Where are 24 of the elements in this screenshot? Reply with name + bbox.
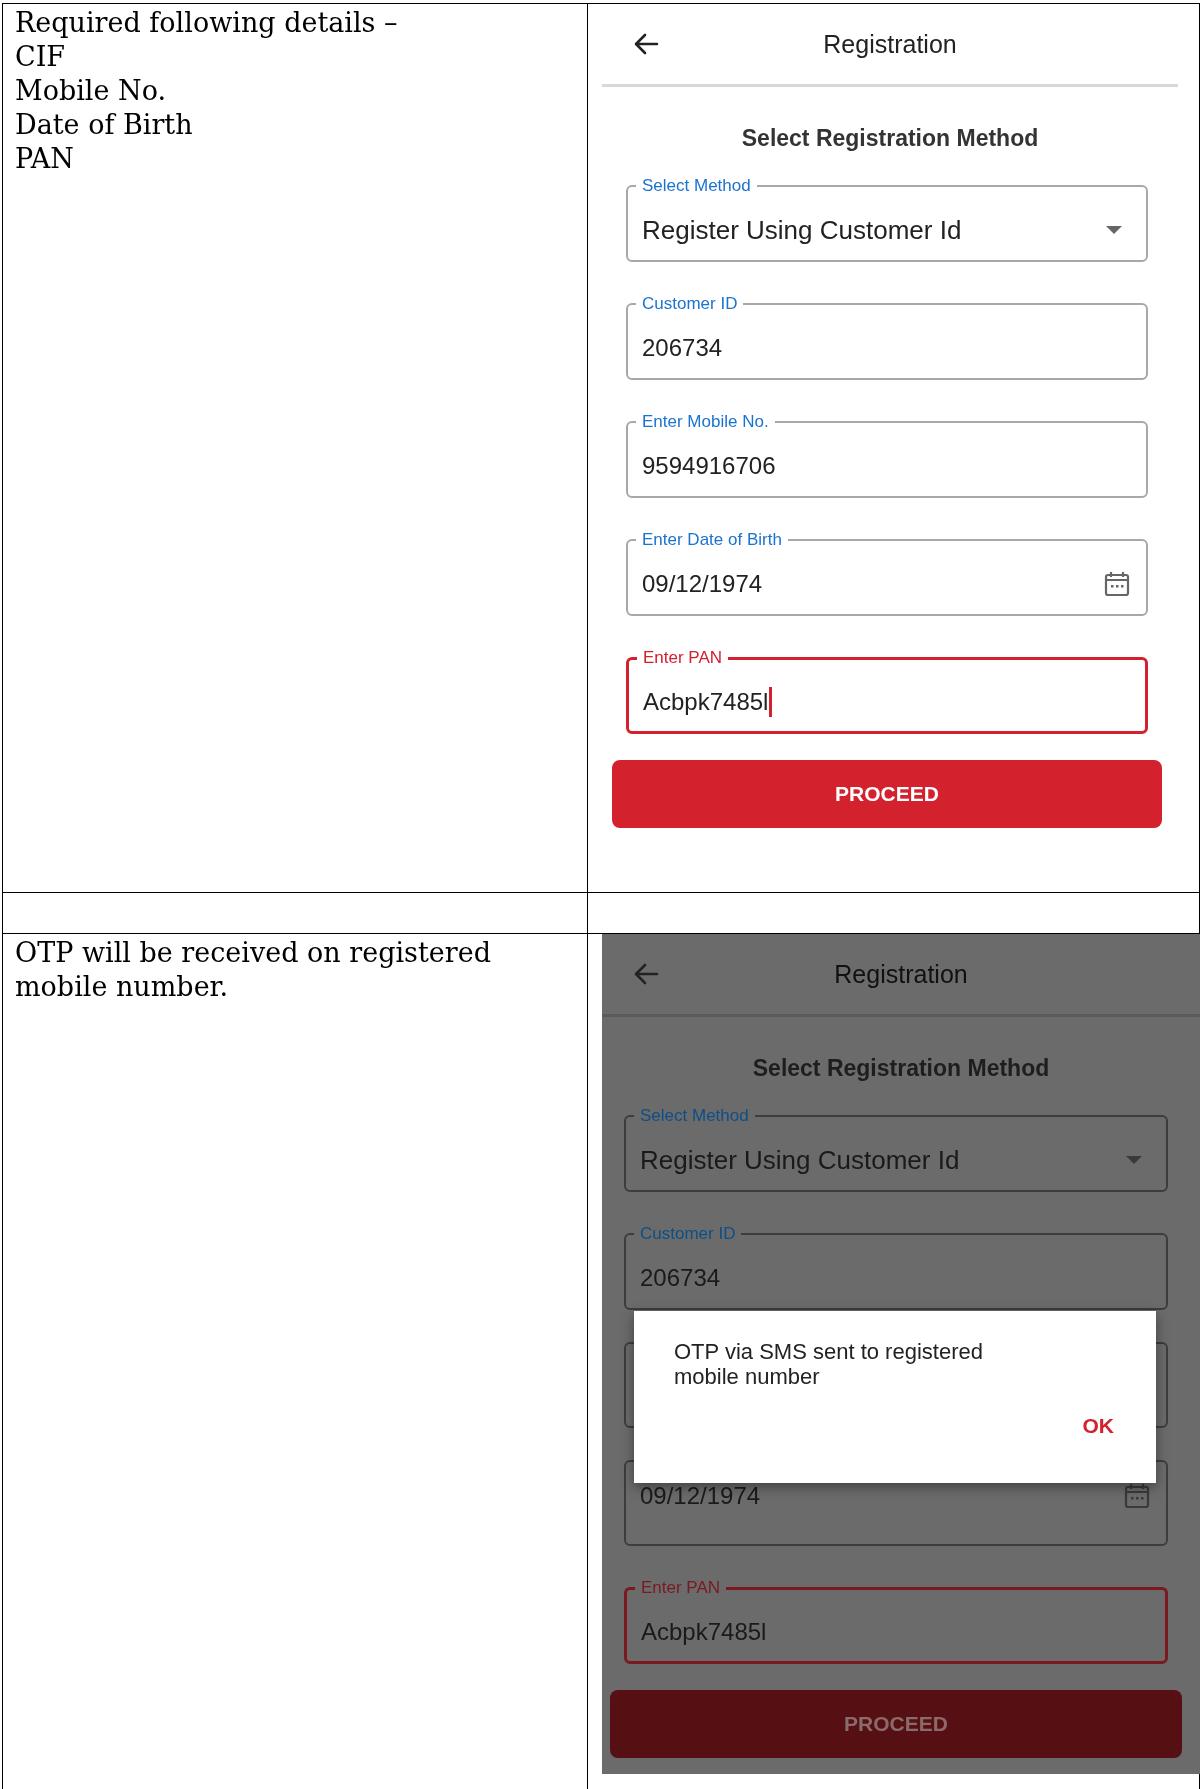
- ok-button[interactable]: OK: [1076, 1413, 1120, 1439]
- method-dropdown[interactable]: Select Method Register Using Customer Id: [624, 1106, 1168, 1192]
- calendar-icon[interactable]: [1122, 1481, 1152, 1511]
- description-text: OTP will be received on registered mobile number.: [15, 936, 492, 1004]
- description-text: Mobile No.: [15, 74, 167, 108]
- date-field[interactable]: Enter Date of Birth 09/12/1974: [626, 530, 1148, 616]
- section-heading: Select Registration Method: [741, 125, 1039, 151]
- description-text: Date of Birth: [15, 108, 194, 142]
- section-heading: Select Registration Method: [752, 1055, 1050, 1081]
- dialog-message: OTP via SMS sent to registered mobile number: [674, 1339, 984, 1389]
- method-dropdown[interactable]: Select Method Register Using Customer Id: [626, 176, 1148, 262]
- dropdown-caret-icon: [1126, 1156, 1142, 1164]
- description-text: PAN: [15, 142, 75, 176]
- input-field[interactable]: Enter Mobile No. 9594916706: [626, 412, 1148, 498]
- screen-title: Registration: [823, 29, 957, 58]
- description-text: Required following details –: [15, 6, 399, 40]
- proceed-button[interactable]: PROCEED: [610, 1690, 1182, 1758]
- description-text: CIF: [15, 40, 67, 74]
- proceed-button[interactable]: PROCEED: [612, 760, 1162, 828]
- input-field[interactable]: Enter PAN Acbpk7485l: [624, 1578, 1168, 1664]
- screen-title: Registration: [834, 959, 968, 988]
- input-field[interactable]: Customer ID 206734: [626, 294, 1148, 380]
- input-field[interactable]: Enter PAN Acbpk7485l: [626, 648, 1148, 734]
- dropdown-caret-icon: [1106, 226, 1122, 234]
